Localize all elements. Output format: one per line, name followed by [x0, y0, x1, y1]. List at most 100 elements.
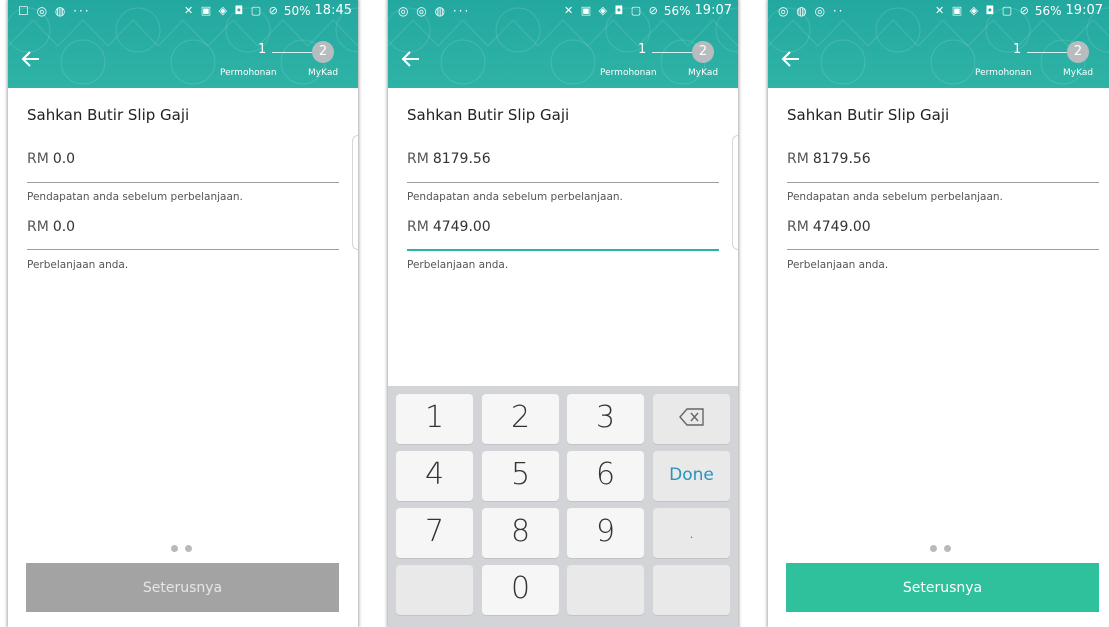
step-2-label: MyKad — [308, 68, 339, 78]
step-1-label: Permohonan — [220, 68, 277, 78]
notification-icons: ◎ ◍ ◎ ·· — [778, 4, 845, 18]
step-2-label: MyKad — [688, 68, 719, 78]
backspace-key[interactable] — [653, 394, 730, 444]
status-bar: ☐ ◎ ◍ ··· ✕ ▣ ◈ ◘ ▢ ⊘ 50% 18:45 — [8, 0, 358, 22]
back-button[interactable] — [20, 48, 44, 72]
key-7[interactable]: 7 — [396, 508, 473, 558]
key-3[interactable]: 3 — [567, 394, 644, 444]
income-hint: Pendapatan anda sebelum perbelanjaan. — [27, 191, 243, 203]
currency-prefix: RM — [787, 219, 809, 235]
key-8[interactable]: 8 — [482, 508, 559, 558]
progress-stepper: 1 2 Permohonan MyKad — [600, 38, 730, 80]
clock: 18:45 — [314, 3, 352, 18]
key-9[interactable]: 9 — [567, 508, 644, 558]
progress-stepper: 1 2 Permohonan MyKad — [220, 38, 350, 80]
key-0[interactable]: 0 — [482, 565, 559, 615]
income-field[interactable]: RM 8179.56 — [407, 151, 491, 167]
expense-underline — [787, 249, 1099, 250]
currency-prefix: RM — [787, 151, 809, 167]
battery-level: 56% — [1034, 4, 1062, 18]
expense-value: 4749.00 — [432, 219, 491, 235]
page-dot — [171, 545, 178, 552]
next-button[interactable]: Seterusnya — [26, 563, 339, 612]
notification-icons: ☐ ◎ ◍ ··· — [18, 4, 91, 18]
page-indicator — [930, 545, 954, 553]
system-icons: ✕ ▣ ◈ ◘ ▢ ⊘ — [183, 4, 280, 17]
battery-level: 50% — [283, 4, 311, 18]
scroll-indicator — [352, 135, 358, 250]
step-2-number: 2 — [1067, 41, 1089, 63]
clock: 19:07 — [1065, 3, 1103, 18]
income-hint: Pendapatan anda sebelum perbelanjaan. — [407, 191, 623, 203]
income-field[interactable]: RM 0.0 — [27, 151, 75, 167]
arrow-left-icon — [781, 51, 799, 67]
step-1-number: 1 — [638, 42, 647, 57]
screen-3: ◎ ◍ ◎ ·· ✕ ▣ ◈ ◘ ▢ ⊘ 56% 19:07 1 2 Permo… — [768, 0, 1109, 627]
expense-hint: Perbelanjaan anda. — [27, 259, 129, 271]
step-2-number: 2 — [692, 41, 714, 63]
page-title: Sahkan Butir Slip Gaji — [27, 106, 190, 124]
page-indicator — [171, 545, 195, 553]
currency-prefix: RM — [27, 219, 49, 235]
next-button[interactable]: Seterusnya — [786, 563, 1099, 612]
key-1[interactable]: 1 — [396, 394, 473, 444]
expense-field[interactable]: RM 0.0 — [27, 219, 75, 235]
app-header: ◎ ◎ ◍ ··· ✕ ▣ ◈ ◘ ▢ ⊘ 56% 19:07 1 2 Perm… — [388, 0, 738, 88]
expense-value: 0.0 — [52, 219, 76, 235]
income-field[interactable]: RM 8179.56 — [787, 151, 871, 167]
key-5[interactable]: 5 — [482, 451, 559, 501]
decimal-key[interactable]: . — [653, 508, 730, 558]
key-6[interactable]: 6 — [567, 451, 644, 501]
expense-field[interactable]: RM 4749.00 — [787, 219, 871, 235]
step-1-label: Permohonan — [600, 68, 657, 78]
step-connector — [272, 52, 312, 53]
step-1-label: Permohonan — [975, 68, 1032, 78]
expense-underline — [27, 249, 339, 250]
back-button[interactable] — [400, 48, 424, 72]
blank-key — [567, 565, 644, 615]
page-title: Sahkan Butir Slip Gaji — [787, 106, 950, 124]
blank-key — [396, 565, 473, 615]
income-underline — [787, 182, 1099, 183]
step-2-label: MyKad — [1063, 68, 1094, 78]
progress-stepper: 1 2 Permohonan MyKad — [975, 38, 1105, 80]
battery-level: 56% — [663, 4, 691, 18]
step-connector — [652, 52, 692, 53]
expense-hint: Perbelanjaan anda. — [407, 259, 509, 271]
notification-icons: ◎ ◎ ◍ ··· — [398, 4, 471, 18]
step-1-number: 1 — [1013, 42, 1022, 57]
income-hint: Pendapatan anda sebelum perbelanjaan. — [787, 191, 1003, 203]
income-value: 8179.56 — [812, 151, 871, 167]
step-2-number: 2 — [312, 41, 334, 63]
currency-prefix: RM — [407, 219, 429, 235]
income-value: 0.0 — [52, 151, 76, 167]
arrow-left-icon — [21, 51, 39, 67]
system-icons: ✕ ▣ ◈ ◘ ▢ ⊘ — [563, 4, 660, 17]
expense-field[interactable]: RM 4749.00 — [407, 219, 491, 235]
income-underline — [27, 182, 339, 183]
system-icons: ✕ ▣ ◈ ◘ ▢ ⊘ — [934, 4, 1031, 17]
blank-key — [653, 565, 730, 615]
expense-underline-focused — [407, 249, 719, 251]
page-dot — [944, 545, 951, 552]
key-4[interactable]: 4 — [396, 451, 473, 501]
page-dot — [930, 545, 937, 552]
screen-1: ☐ ◎ ◍ ··· ✕ ▣ ◈ ◘ ▢ ⊘ 50% 18:45 1 2 Perm… — [8, 0, 358, 627]
status-bar: ◎ ◎ ◍ ··· ✕ ▣ ◈ ◘ ▢ ⊘ 56% 19:07 — [388, 0, 738, 22]
key-2[interactable]: 2 — [482, 394, 559, 444]
currency-prefix: RM — [407, 151, 429, 167]
done-key[interactable]: Done — [653, 451, 730, 501]
step-connector — [1027, 52, 1067, 53]
page-title: Sahkan Butir Slip Gaji — [407, 106, 570, 124]
screen-2: ◎ ◎ ◍ ··· ✕ ▣ ◈ ◘ ▢ ⊘ 56% 19:07 1 2 Perm… — [388, 0, 738, 627]
income-underline — [407, 182, 719, 183]
app-header: ◎ ◍ ◎ ·· ✕ ▣ ◈ ◘ ▢ ⊘ 56% 19:07 1 2 Permo… — [768, 0, 1109, 88]
expense-value: 4749.00 — [812, 219, 871, 235]
back-button[interactable] — [780, 48, 804, 72]
status-bar: ◎ ◍ ◎ ·· ✕ ▣ ◈ ◘ ▢ ⊘ 56% 19:07 — [768, 0, 1109, 22]
scroll-indicator — [732, 135, 738, 250]
app-header: ☐ ◎ ◍ ··· ✕ ▣ ◈ ◘ ▢ ⊘ 50% 18:45 1 2 Perm… — [8, 0, 358, 88]
numeric-keypad: 1 2 3 4 5 6 Done 7 8 9 . 0 — [388, 386, 738, 627]
income-value: 8179.56 — [432, 151, 491, 167]
step-1-number: 1 — [258, 42, 267, 57]
